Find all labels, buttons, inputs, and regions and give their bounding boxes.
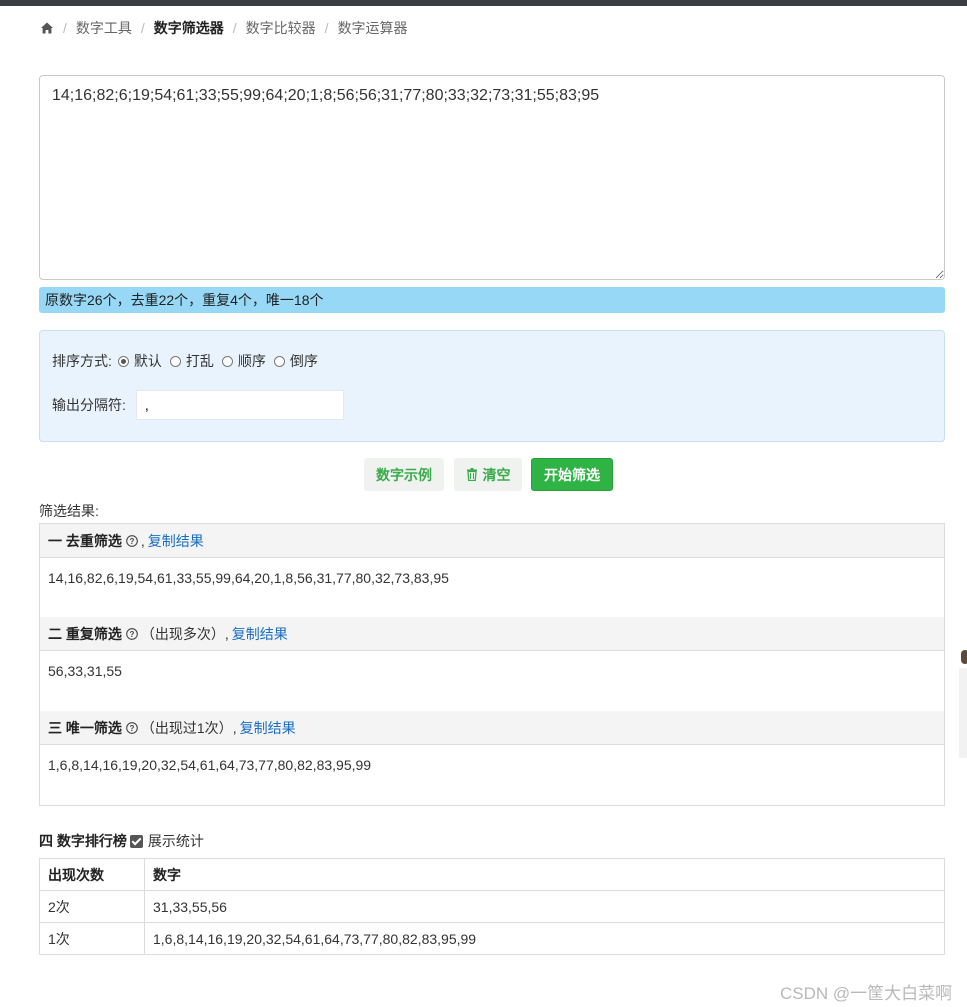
show-stats-checkbox[interactable] <box>129 834 143 848</box>
comma: , <box>140 532 145 549</box>
unique-result: 1,6,8,14,16,19,20,32,54,61,64,73,77,80,8… <box>48 757 372 773</box>
repeat-note: （出现多次） <box>140 625 225 642</box>
numbers-cell: 31,33,55,56 <box>144 890 945 923</box>
radio-button[interactable] <box>117 355 129 367</box>
repeat-title: 二 重复筛选 <box>48 625 122 642</box>
breadcrumb: / 数字工具 / 数字筛选器 / 数字比较器 / 数字运算器 <box>40 18 408 38</box>
radio-button[interactable] <box>273 355 285 367</box>
copy-dedupe-link[interactable]: 复制结果 <box>148 531 204 551</box>
dedupe-result: 14,16,82,6,19,54,61,33,55,99,64,20,1,8,5… <box>48 570 449 586</box>
sort-option-label: 顺序 <box>237 353 266 369</box>
unique-note: （出现过1次） <box>140 719 233 736</box>
dedupe-title: 一 去重筛选 <box>48 532 122 549</box>
results-label: 筛选结果: <box>39 503 99 519</box>
dedupe-panel: 一 去重筛选 ? , 复制结果 14,16,82,6,19,54,61,33,5… <box>39 523 945 619</box>
home-icon[interactable] <box>40 21 54 35</box>
numbers-cell: 1,6,8,14,16,19,20,32,54,61,64,73,77,80,8… <box>144 922 945 955</box>
comma: , <box>232 719 237 736</box>
table-row: 2次 31,33,55,56 <box>39 890 945 923</box>
sort-option-label: 默认 <box>133 353 162 369</box>
comma: , <box>224 625 229 642</box>
ranking-title-row: 四 数字排行榜 展示统计 <box>39 831 204 851</box>
header-numbers: 数字 <box>144 858 945 891</box>
unique-panel-header: 三 唯一筛选 ? （出现过1次） , 复制结果 <box>40 711 944 745</box>
svg-text:?: ? <box>129 630 134 639</box>
sort-option-ascending[interactable]: 顺序 <box>221 351 266 371</box>
copy-unique-link[interactable]: 复制结果 <box>240 718 296 738</box>
ranking-title: 四 数字排行榜 <box>39 833 127 849</box>
side-widget-avatar[interactable] <box>961 650 967 664</box>
unique-panel: 三 唯一筛选 ? （出现过1次） , 复制结果 1,6,8,14,16,19,2… <box>39 711 945 806</box>
sort-option-label: 打乱 <box>185 353 214 369</box>
svg-text:?: ? <box>129 537 134 546</box>
stats-summary: 原数字26个，去重22个，重复4个，唯一18个 <box>39 287 945 313</box>
breadcrumb-separator: / <box>324 20 329 36</box>
radio-button[interactable] <box>169 355 181 367</box>
show-stats-label[interactable]: 展示统计 <box>148 831 204 851</box>
table-row: 1次 1,6,8,14,16,19,20,32,54,61,64,73,77,8… <box>39 922 945 955</box>
unique-title: 三 唯一筛选 <box>48 719 122 736</box>
sort-option-descending[interactable]: 倒序 <box>273 351 318 371</box>
clear-button[interactable]: 清空 <box>454 458 522 491</box>
sort-option-default[interactable]: 默认 <box>117 351 162 371</box>
breadcrumb-item-number-filter[interactable]: 数字筛选器 <box>154 18 224 38</box>
ranking-table: 出现次数 数字 2次 31,33,55,56 1次 1,6,8,14,16,19… <box>39 858 945 955</box>
breadcrumb-separator: / <box>232 20 237 36</box>
watermark: CSDN @一筐大白菜啊 <box>780 984 953 1003</box>
help-icon[interactable]: ? <box>126 721 138 734</box>
table-header-row: 出现次数 数字 <box>39 858 945 891</box>
breadcrumb-separator: / <box>63 20 67 36</box>
trash-icon <box>466 468 477 481</box>
repeat-panel: 二 重复筛选 ? （出现多次） , 复制结果 56,33,31,55 <box>39 617 945 712</box>
breadcrumb-item-number-calculator[interactable]: 数字运算器 <box>338 18 408 38</box>
count-cell: 1次 <box>39 922 145 955</box>
start-filter-button[interactable]: 开始筛选 <box>531 458 613 491</box>
example-button[interactable]: 数字示例 <box>364 458 444 491</box>
sort-option-label: 倒序 <box>289 353 318 369</box>
help-icon[interactable]: ? <box>126 534 138 547</box>
copy-repeat-link[interactable]: 复制结果 <box>232 624 288 644</box>
dedupe-panel-header: 一 去重筛选 ? , 复制结果 <box>40 524 944 558</box>
repeat-result: 56,33,31,55 <box>48 663 122 679</box>
count-cell: 2次 <box>39 890 145 923</box>
radio-button[interactable] <box>221 355 233 367</box>
top-bar <box>0 0 967 6</box>
breadcrumb-item-number-tools[interactable]: 数字工具 <box>76 18 132 38</box>
options-panel: 排序方式: 默认 打乱 顺序 倒序 输出分隔符: <box>39 330 945 442</box>
sort-label: 排序方式: <box>52 353 112 369</box>
sort-option-shuffle[interactable]: 打乱 <box>169 351 214 371</box>
header-count: 出现次数 <box>39 858 145 891</box>
breadcrumb-separator: / <box>140 20 145 36</box>
separator-input[interactable] <box>135 390 344 420</box>
breadcrumb-item-number-comparator[interactable]: 数字比较器 <box>246 18 316 38</box>
numbers-input[interactable]: 14;16;82;6;19;54;61;33;55;99;64;20;1;8;5… <box>39 75 945 280</box>
help-icon[interactable]: ? <box>126 627 138 640</box>
sort-row: 排序方式: 默认 打乱 顺序 倒序 <box>52 351 326 371</box>
separator-row: 输出分隔符: <box>52 389 344 421</box>
svg-text:?: ? <box>129 724 134 733</box>
side-widget-panel <box>959 668 967 758</box>
clear-button-label: 清空 <box>482 466 511 483</box>
repeat-panel-header: 二 重复筛选 ? （出现多次） , 复制结果 <box>40 617 944 651</box>
separator-label: 输出分隔符: <box>52 397 126 413</box>
